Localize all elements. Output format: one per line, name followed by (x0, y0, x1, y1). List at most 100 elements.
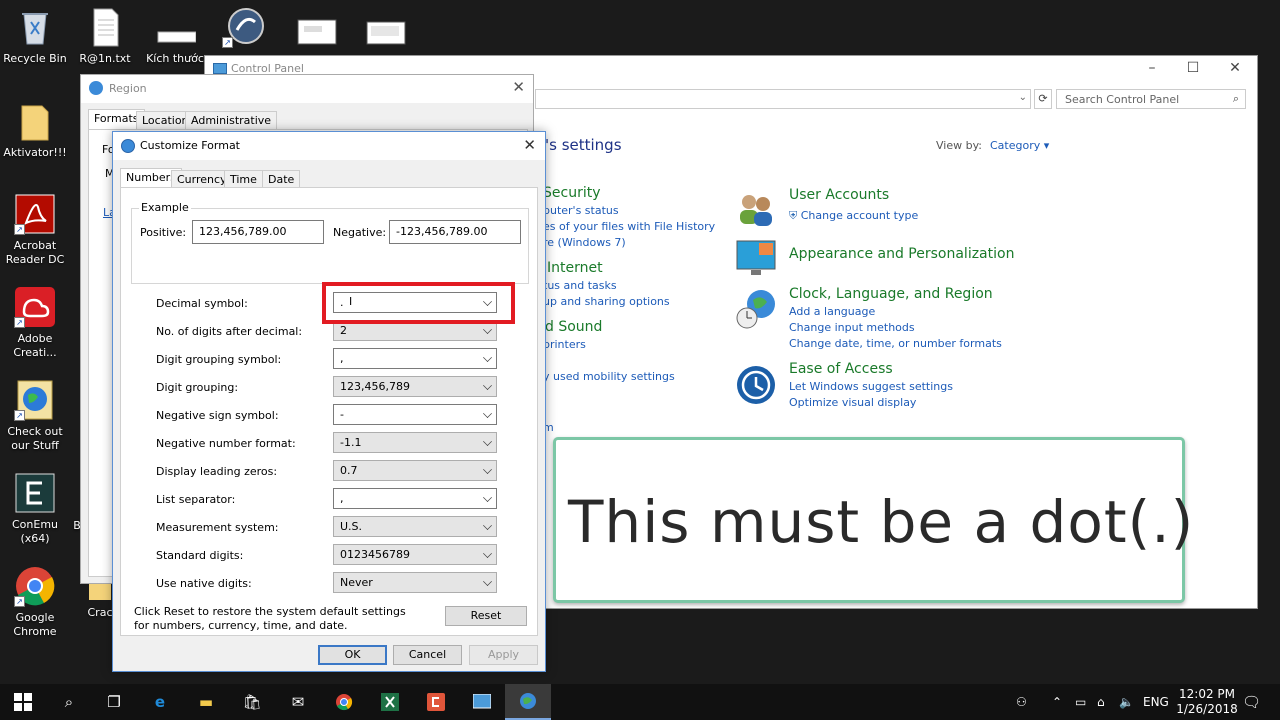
tab-administrative[interactable]: Administrative (185, 111, 278, 129)
taskbar-excel[interactable] (367, 684, 413, 720)
start-button[interactable] (0, 684, 46, 720)
chevron-up-icon[interactable]: ⌃ (1052, 684, 1062, 720)
security-link-status[interactable]: puter's status (543, 204, 619, 217)
clock-link-add-language[interactable]: Add a language (789, 305, 875, 318)
address-bar[interactable]: ⌄ (535, 89, 1031, 109)
language-indicator[interactable]: ENG (1143, 684, 1169, 720)
desktop-icon-label: R@1n.txt (79, 52, 131, 65)
task-view-button[interactable]: ❐ (91, 684, 137, 720)
desktop-icon-kich-thuoc[interactable]: Kích thước (140, 6, 210, 66)
close-button[interactable]: ✕ (512, 78, 525, 96)
clock-link-input-methods[interactable]: Change input methods (789, 321, 915, 334)
chevron-down-icon[interactable] (483, 577, 492, 586)
desktop-icon-check-out[interactable]: ↗ Check out our Stuff (0, 379, 70, 453)
chevron-down-icon[interactable] (483, 549, 492, 558)
annotation-callout: This must be a dot(.) (553, 437, 1193, 603)
people-icon[interactable]: ⚇ (1016, 684, 1027, 720)
globe-icon (89, 81, 103, 95)
taskbar-region[interactable] (505, 684, 551, 720)
apply-button[interactable]: Apply (469, 645, 538, 665)
control-panel-icon (213, 63, 227, 74)
negative-sign-symbol-combo[interactable]: - (333, 404, 497, 425)
chevron-down-icon[interactable] (483, 381, 492, 390)
folder-icon: ▬ (198, 693, 214, 711)
refresh-button[interactable]: ⟳ (1034, 89, 1052, 109)
ok-button[interactable]: OK (318, 645, 387, 665)
measurement-system-combo[interactable]: U.S. (333, 516, 497, 537)
category-appearance-title[interactable]: Appearance and Personalization (789, 246, 1014, 262)
taskbar-edge[interactable]: e (137, 684, 183, 720)
taskbar-chrome[interactable] (321, 684, 367, 720)
search-icon: ⌕ (64, 693, 74, 711)
category-internet-title[interactable]: Internet (547, 260, 603, 276)
desktop-icon-adobe-cc[interactable]: ↗ Adobe Creati... (0, 286, 70, 360)
chevron-down-icon[interactable] (483, 521, 492, 530)
region-title: Region (109, 82, 147, 95)
internet-link-status[interactable]: tus and tasks (543, 279, 617, 292)
close-button[interactable]: ✕ (1224, 60, 1246, 76)
chevron-down-icon[interactable]: ⌄ (1019, 92, 1027, 103)
category-user-accounts-title[interactable]: User Accounts (789, 187, 889, 203)
category-ease-of-access-title[interactable]: Ease of Access (789, 361, 893, 377)
chevron-down-icon[interactable] (483, 353, 492, 362)
hardware-link-mobility[interactable]: y used mobility settings (543, 370, 675, 383)
digit-grouping-symbol-combo[interactable]: , (333, 348, 497, 369)
taskbar-app-red[interactable] (413, 684, 459, 720)
taskbar-control-panel[interactable] (459, 684, 505, 720)
cancel-button[interactable]: Cancel (393, 645, 462, 665)
windows-logo-icon (14, 693, 32, 711)
desktop-icon-acrobat[interactable]: ↗ Acrobat Reader DC (0, 193, 70, 267)
tab-date[interactable]: Date (262, 170, 301, 188)
chevron-down-icon[interactable] (483, 437, 492, 446)
ease-link-suggest[interactable]: Let Windows suggest settings (789, 380, 953, 393)
clock[interactable]: 12:02 PM 1/26/2018 (1176, 684, 1238, 720)
notifications-icon[interactable]: 🗨 (1242, 684, 1261, 720)
battery-icon[interactable]: ▭ (1075, 684, 1086, 720)
security-link-file-history[interactable]: es of your files with File History (543, 220, 715, 233)
category-clock-region-title[interactable]: Clock, Language, and Region (789, 286, 993, 302)
desktop-icon-conemu[interactable]: ConEmu (x64) (0, 472, 70, 546)
negative-number-format-combo[interactable]: -1.1 (333, 432, 497, 453)
digit-grouping-combo[interactable]: 123,456,789 (333, 376, 497, 397)
desktop-icon-recycle-bin[interactable]: Recycle Bin (0, 6, 70, 66)
appearance-icon (735, 237, 777, 279)
leading-zeros-label: Display leading zeros: (156, 465, 278, 478)
desktop-icon-label: Recycle Bin (3, 52, 67, 65)
sound-link-printers[interactable]: printers (543, 338, 586, 351)
user-accounts-link-change-type[interactable]: ⛨ Change account type (789, 209, 918, 223)
list-separator-combo[interactable]: , (333, 488, 497, 509)
taskbar-store[interactable]: 🛍 (229, 684, 275, 720)
chevron-down-icon[interactable] (483, 493, 492, 502)
desktop-icon-app-shortcut[interactable]: ↗ (208, 6, 278, 52)
native-digits-combo[interactable]: Never (333, 572, 497, 593)
leading-zeros-combo[interactable]: 0.7 (333, 460, 497, 481)
chevron-down-icon[interactable] (483, 409, 492, 418)
desktop-icon-aktivator[interactable]: Aktivator!!! (0, 100, 70, 160)
close-button[interactable]: ✕ (523, 136, 536, 154)
search-input[interactable]: Search Control Panel ⌕ (1056, 89, 1246, 109)
security-link-backup[interactable]: re (Windows 7) (543, 236, 626, 249)
standard-digits-combo[interactable]: 0123456789 (333, 544, 497, 565)
search-button[interactable]: ⌕ (46, 684, 92, 720)
internet-link-sharing[interactable]: up and sharing options (543, 295, 670, 308)
minimize-button[interactable]: – (1141, 60, 1163, 76)
maximize-button[interactable]: ☐ (1182, 60, 1204, 76)
shortcut-arrow-icon: ↗ (14, 317, 25, 328)
text-file-icon (84, 6, 126, 48)
category-sound-title[interactable]: d Sound (545, 319, 602, 335)
category-security-title[interactable]: Security (543, 185, 601, 201)
network-icon[interactable]: ⌂ (1097, 684, 1105, 720)
view-by-dropdown[interactable]: Category ▾ (990, 139, 1049, 152)
volume-icon[interactable]: 🔈 (1119, 684, 1134, 720)
taskbar-file-explorer[interactable]: ▬ (183, 684, 229, 720)
reset-button[interactable]: Reset (445, 606, 527, 626)
search-placeholder: Search Control Panel (1065, 93, 1180, 106)
clock-link-formats[interactable]: Change date, time, or number formats (789, 337, 1002, 350)
ease-link-optimize[interactable]: Optimize visual display (789, 396, 916, 409)
desktop-icon-text-file[interactable]: R@1n.txt (70, 6, 140, 66)
chevron-down-icon[interactable] (483, 465, 492, 474)
taskbar-mail[interactable]: ✉ (275, 684, 321, 720)
tab-time[interactable]: Time (224, 170, 263, 188)
chevron-down-icon[interactable] (483, 325, 492, 334)
desktop-icon-chrome[interactable]: ↗ Google Chrome (0, 565, 70, 639)
